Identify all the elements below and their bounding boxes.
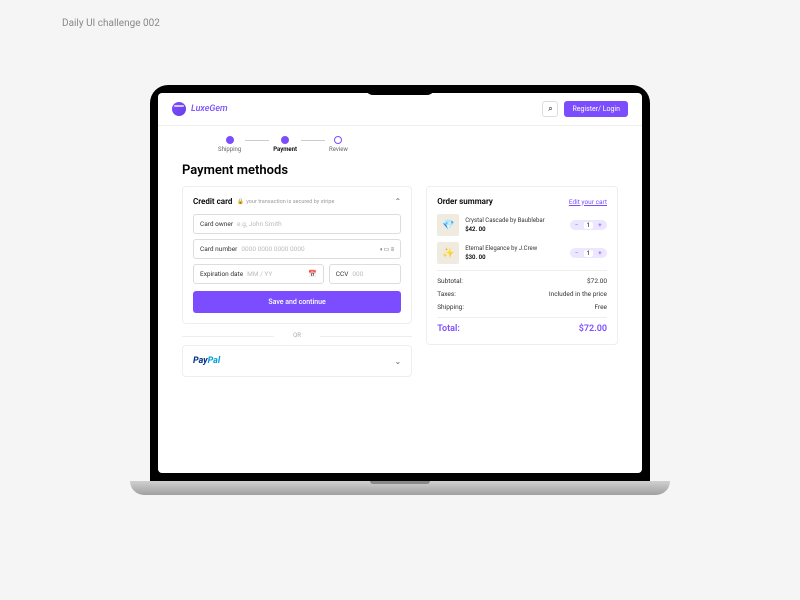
brand[interactable]: LuxeGem [172,102,228,116]
cc-title: Credit card [193,197,232,206]
app-header: LuxeGem ⌕ Register/ Login [158,93,642,126]
step-circle-icon [226,136,234,144]
or-divider: OR [182,332,412,339]
step-circle-icon [281,136,289,144]
step-connector [301,140,325,141]
page-title: Payment methods [158,159,642,186]
step-review[interactable]: Review [329,136,348,153]
quantity-stepper: − 1 + [570,220,607,230]
laptop-frame: LuxeGem ⌕ Register/ Login Shipping P [150,85,650,495]
logo-icon [172,102,186,116]
search-icon: ⌕ [548,104,552,114]
taxes-row: Taxes:Included in the price [437,290,607,298]
chevron-down-icon: ⌄ [394,357,401,366]
paypal-panel[interactable]: PayPal ⌄ [182,345,412,377]
edit-cart-link[interactable]: Edit your cart [569,198,607,206]
paypal-logo: PayPal [193,356,220,366]
card-owner-field[interactable]: Card owner e.g, John Smith [193,214,401,234]
calendar-icon: 📅 [308,270,317,278]
page-label: Daily UI challenge 002 [62,18,160,29]
lock-icon: 🔒 [237,199,244,205]
checkout-steps: Shipping Payment Review [158,126,642,159]
item-image: 💎 [437,214,459,236]
brand-name: LuxeGem [191,104,228,114]
credit-card-panel: Credit card 🔒 your transaction is secure… [182,186,412,324]
step-connector [245,140,269,141]
qty-minus-button[interactable]: − [573,221,581,229]
laptop-notch [365,85,435,95]
login-button[interactable]: Register/ Login [564,101,628,117]
cart-item: 💎 Crystal Cascade by Baublebar $42. 00 −… [437,214,607,236]
qty-minus-button[interactable]: − [573,249,581,257]
card-number-field[interactable]: Card number 0000 0000 0000 0000 ◐▭ ≡ [193,239,401,259]
ccv-field[interactable]: CCV 000 [329,264,401,284]
item-image: ✨ [437,242,459,264]
chevron-up-icon[interactable]: ⌃ [394,197,401,206]
step-circle-icon [334,136,342,144]
order-summary-panel: Order summary Edit your cart 💎 Crystal C… [426,186,618,345]
qty-plus-button[interactable]: + [596,249,604,257]
expiration-field[interactable]: Expiration date MM / YY 📅 [193,264,324,284]
laptop-base [130,481,670,495]
card-brand-icons: ◐▭ ≡ [380,246,394,253]
shipping-row: Shipping:Free [437,303,607,311]
total-row: Total:$72.00 [437,324,607,334]
subtotal-row: Subtotal:$72.00 [437,277,607,285]
summary-title: Order summary [437,197,493,206]
search-button[interactable]: ⌕ [542,101,558,117]
cc-secure-note: 🔒 your transaction is secured by stripe [237,199,334,205]
step-payment[interactable]: Payment [273,136,297,153]
cart-item: ✨ Eternal Elegance by J.Crew $30. 00 − 1… [437,242,607,264]
step-shipping[interactable]: Shipping [218,136,241,153]
qty-plus-button[interactable]: + [596,221,604,229]
save-continue-button[interactable]: Save and continue [193,291,401,313]
quantity-stepper: − 1 + [570,248,607,258]
